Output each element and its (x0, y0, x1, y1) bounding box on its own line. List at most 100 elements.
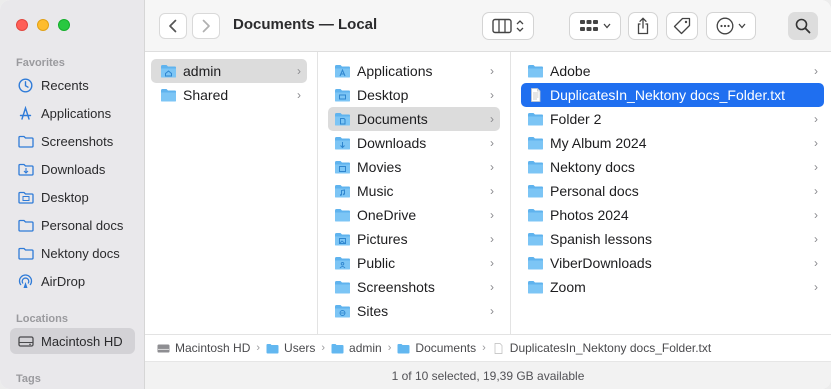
list-item-personal-docs[interactable]: Personal docs › (521, 179, 824, 203)
item-label: Nektony docs (550, 159, 635, 175)
list-item-nektony-docs[interactable]: Nektony docs › (521, 155, 824, 179)
list-item-txt-file-selected[interactable]: DuplicatesIn_Nektony docs_Folder.txt (521, 83, 824, 107)
list-item-onedrive[interactable]: OneDrive › (328, 203, 500, 227)
sidebar-item-personal-docs[interactable]: Personal docs (10, 212, 135, 238)
list-item-public[interactable]: Public › (328, 251, 500, 275)
minimize-window-button[interactable] (37, 19, 49, 31)
search-button[interactable] (788, 12, 818, 40)
sidebar-item-screenshots[interactable]: Screenshots (10, 128, 135, 154)
view-mode-button[interactable] (482, 12, 534, 40)
sidebar-item-desktop[interactable]: Desktop (10, 184, 135, 210)
folder-icon (335, 281, 350, 294)
item-label: Documents (357, 111, 428, 127)
list-item-desktop[interactable]: Desktop › (328, 83, 500, 107)
more-actions-button[interactable] (706, 12, 756, 40)
column-users: admin › Shared › (145, 52, 318, 334)
zoom-window-button[interactable] (58, 19, 70, 31)
list-item-movies[interactable]: Movies › (328, 155, 500, 179)
chevron-right-icon: › (490, 112, 494, 126)
path-crumb-users[interactable]: Users (266, 341, 315, 355)
list-item-photos-2024[interactable]: Photos 2024 › (521, 203, 824, 227)
list-item-music[interactable]: Music › (328, 179, 500, 203)
list-item-sites[interactable]: Sites › (328, 299, 500, 323)
list-item-downloads[interactable]: Downloads › (328, 131, 500, 155)
path-crumb-admin[interactable]: admin (331, 341, 382, 355)
item-label: Sites (357, 303, 389, 319)
tags-header: Tags (16, 373, 41, 385)
sidebar-item-nektony-docs[interactable]: Nektony docs (10, 240, 135, 266)
tag-icon (673, 17, 691, 35)
downloads-folder-icon (335, 137, 350, 150)
forward-button[interactable] (192, 13, 220, 39)
sidebar-item-recents[interactable]: Recents (10, 72, 135, 98)
music-folder-icon (335, 185, 350, 198)
desktop-folder-icon (335, 89, 350, 102)
chevron-right-icon: › (490, 280, 494, 294)
folder-icon (161, 89, 176, 102)
list-item-admin[interactable]: admin › (151, 59, 307, 83)
sidebar-item-downloads[interactable]: Downloads (10, 156, 135, 182)
home-folder-icon (331, 343, 344, 353)
share-button[interactable] (628, 12, 658, 40)
close-window-button[interactable] (16, 19, 28, 31)
text-file-icon (494, 342, 503, 354)
list-item-adobe[interactable]: Adobe › (521, 59, 824, 83)
list-item-viberdownloads[interactable]: ViberDownloads › (521, 251, 824, 275)
applications-icon (17, 105, 34, 122)
sidebar-item-label: Recents (41, 77, 89, 93)
folder-icon (528, 65, 543, 78)
sidebar-item-label: AirDrop (41, 273, 86, 289)
item-label: Zoom (550, 279, 586, 295)
chevron-right-icon: › (490, 256, 494, 270)
folder-icon (528, 281, 543, 294)
item-label: Desktop (357, 87, 409, 103)
item-label: Pictures (357, 231, 408, 247)
list-item-pictures[interactable]: Pictures › (328, 227, 500, 251)
group-by-button[interactable] (569, 12, 621, 40)
list-item-screenshots[interactable]: Screenshots › (328, 275, 500, 299)
chevron-right-icon: › (814, 136, 818, 150)
path-separator: › (387, 342, 392, 354)
list-item-spanish-lessons[interactable]: Spanish lessons › (521, 227, 824, 251)
chevron-right-icon: › (814, 256, 818, 270)
item-label: admin (183, 63, 222, 79)
tags-button[interactable] (666, 12, 698, 40)
crumb-label: DuplicatesIn_Nektony docs_Folder.txt (509, 341, 712, 355)
chevron-right-icon (202, 19, 210, 33)
finder-window: Favorites Recents Applications Screensho… (0, 0, 831, 389)
folder-icon (335, 209, 350, 222)
sites-folder-icon (335, 305, 350, 318)
chevron-right-icon: › (490, 184, 494, 198)
back-button[interactable] (159, 13, 187, 39)
path-crumb-documents[interactable]: Documents (397, 341, 476, 355)
folder-icon (266, 343, 279, 353)
list-item-my-album-2024[interactable]: My Album 2024 › (521, 131, 824, 155)
public-folder-icon (335, 257, 350, 270)
search-icon (795, 18, 811, 34)
item-label: DuplicatesIn_Nektony docs_Folder.txt (550, 87, 786, 103)
traffic-lights (16, 19, 70, 31)
folder-icon (17, 217, 34, 234)
movies-folder-icon (335, 161, 350, 174)
list-item-applications[interactable]: Applications › (328, 59, 500, 83)
path-crumb-macintosh-hd[interactable]: Macintosh HD (157, 341, 250, 355)
sidebar-item-macintosh-hd[interactable]: Macintosh HD (10, 328, 135, 354)
documents-folder-icon (397, 343, 410, 353)
sidebar-item-airdrop[interactable]: AirDrop (10, 268, 135, 294)
list-item-zoom[interactable]: Zoom › (521, 275, 824, 299)
list-item-documents[interactable]: Documents › (328, 107, 500, 131)
list-item-folder-2[interactable]: Folder 2 › (521, 107, 824, 131)
list-item-shared[interactable]: Shared › (151, 83, 307, 107)
sidebar-item-applications[interactable]: Applications (10, 100, 135, 126)
chevron-right-icon: › (297, 88, 301, 102)
item-label: Folder 2 (550, 111, 602, 127)
window-title: Documents — Local (233, 16, 378, 33)
chevron-right-icon: › (814, 184, 818, 198)
item-label: Photos 2024 (550, 207, 629, 223)
path-crumb-file[interactable]: DuplicatesIn_Nektony docs_Folder.txt (492, 341, 711, 355)
sidebar-item-label: Personal docs (41, 217, 124, 233)
applications-folder-icon (335, 65, 350, 78)
desktop-folder-icon (17, 189, 34, 206)
documents-folder-icon (335, 113, 350, 126)
ellipsis-circle-icon (716, 17, 734, 35)
